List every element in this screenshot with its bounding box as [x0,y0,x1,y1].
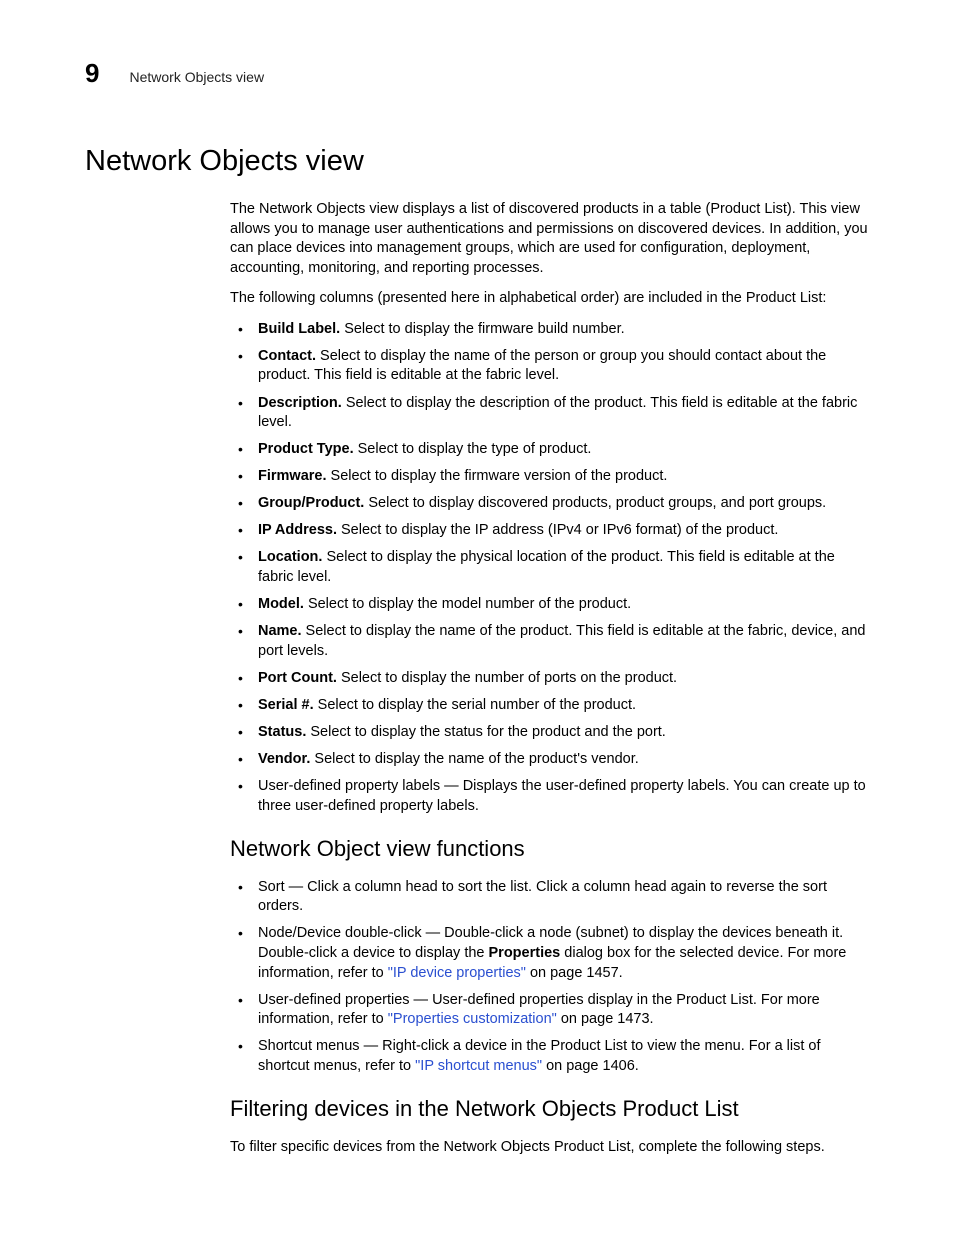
list-item: Location. Select to display the physical… [230,548,869,587]
xref-link[interactable]: "IP shortcut menus" [415,1058,542,1074]
intro-paragraph-2: The following columns (presented here in… [230,289,869,309]
list-item: Description. Select to display the descr… [230,394,869,433]
xref-link[interactable]: "Properties customization" [388,1011,557,1027]
functions-list: Sort — Click a column head to sort the l… [230,878,869,1077]
column-desc: Select to display the status for the pro… [306,724,666,740]
column-term: Model. [258,596,304,612]
filter-paragraph: To filter specific devices from the Netw… [230,1138,869,1158]
function-text: on page 1457. [526,965,623,981]
column-desc: Select to display the IP address (IPv4 o… [337,522,778,538]
column-term: Serial #. [258,697,314,713]
list-item: User-defined properties — User-defined p… [230,991,869,1030]
list-item: Contact. Select to display the name of t… [230,347,869,386]
list-item: Sort — Click a column head to sort the l… [230,878,869,917]
list-item: Vendor. Select to display the name of th… [230,750,869,770]
column-desc: Select to display the name of the person… [258,348,826,384]
column-term: Group/Product. [258,495,364,511]
column-desc: Select to display the name of the produc… [310,751,638,767]
column-desc: Select to display the number of ports on… [337,670,677,686]
column-desc: Select to display the serial number of t… [314,697,636,713]
list-item: Port Count. Select to display the number… [230,669,869,689]
chapter-number: 9 [85,58,99,89]
column-term: Location. [258,549,322,565]
list-item: Build Label. Select to display the firmw… [230,320,869,340]
list-item: IP Address. Select to display the IP add… [230,521,869,541]
column-term: Description. [258,395,342,411]
column-term: Product Type. [258,441,354,457]
list-item: Firmware. Select to display the firmware… [230,467,869,487]
columns-list: Build Label. Select to display the firmw… [230,320,869,816]
list-item: Node/Device double-click — Double-click … [230,924,869,983]
subsection-heading-filtering: Filtering devices in the Network Objects… [230,1094,869,1124]
running-head: Network Objects view [129,69,264,85]
column-desc: Select to display the description of the… [258,395,857,431]
intro-paragraph-1: The Network Objects view displays a list… [230,200,869,278]
column-desc: Select to display the type of product. [354,441,592,457]
function-text: on page 1473. [557,1011,654,1027]
column-term: Contact. [258,348,316,364]
list-item: Name. Select to display the name of the … [230,622,869,661]
xref-link[interactable]: "IP device properties" [388,965,526,981]
list-item: Status. Select to display the status for… [230,723,869,743]
column-desc: Select to display the firmware build num… [340,321,625,337]
column-term: IP Address. [258,522,337,538]
column-desc: Select to display the name of the produc… [258,623,865,659]
list-item: Model. Select to display the model numbe… [230,595,869,615]
list-item: User-defined property labels — Displays … [230,777,869,816]
column-term: Status. [258,724,306,740]
list-item: Shortcut menus — Right-click a device in… [230,1037,869,1076]
list-item: Group/Product. Select to display discove… [230,494,869,514]
column-desc: Select to display the model number of th… [304,596,631,612]
column-term: Firmware. [258,468,327,484]
column-desc: Select to display the firmware version o… [327,468,668,484]
column-desc: Select to display the physical location … [258,549,835,585]
column-desc: Select to display discovered products, p… [364,495,826,511]
body-content: The Network Objects view displays a list… [230,200,869,1158]
column-term: Name. [258,623,302,639]
column-term: Build Label. [258,321,340,337]
function-text: Sort — Click a column head to sort the l… [258,879,827,915]
page-header: 9 Network Objects view [85,58,869,89]
page-title: Network Objects view [85,145,869,178]
list-item: Product Type. Select to display the type… [230,440,869,460]
subsection-heading-functions: Network Object view functions [230,834,869,864]
list-item: Serial #. Select to display the serial n… [230,696,869,716]
inline-bold-term: Properties [489,945,561,961]
column-desc: User-defined property labels — Displays … [258,778,866,814]
function-text: on page 1406. [542,1058,639,1074]
column-term: Port Count. [258,670,337,686]
column-term: Vendor. [258,751,310,767]
